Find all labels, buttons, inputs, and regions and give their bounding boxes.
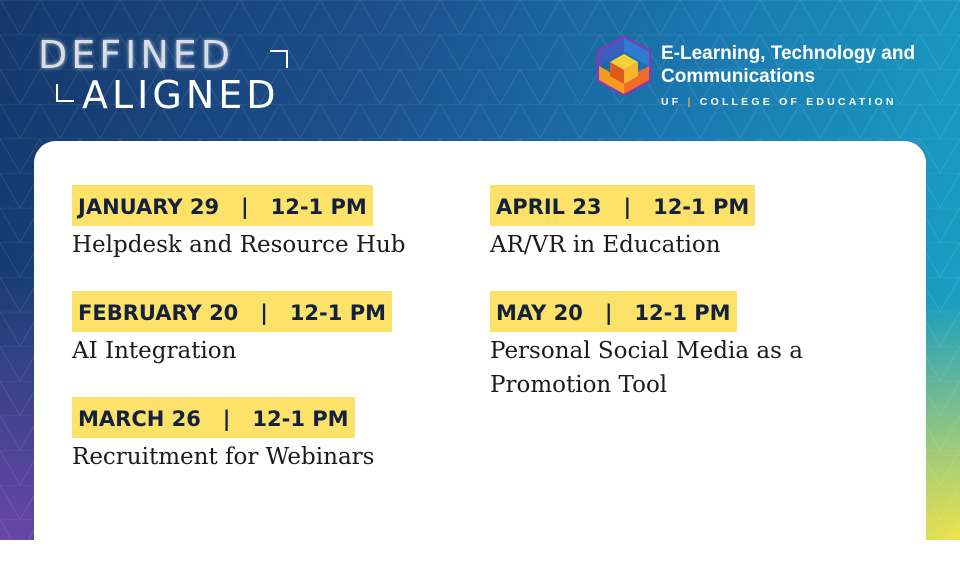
logo-corner-top-right — [270, 50, 288, 68]
event-date-tag: MAY 20 | 12-1 PM — [490, 291, 737, 332]
event-title: AI Integration — [72, 338, 237, 364]
event-date-tag: JANUARY 29 | 12-1 PM — [72, 185, 373, 226]
event-title: Helpdesk and Resource Hub — [72, 232, 406, 258]
event-title: Personal Social Media as a Promotion Too… — [490, 338, 803, 398]
brand-title: E-Learning, Technology and Communication… — [661, 43, 916, 87]
brand-subtitle: UF | COLLEGE OF EDUCATION — [661, 96, 897, 108]
brand-sub-uf: UF — [661, 96, 682, 108]
event-april: APRIL 23 | 12-1 PM AR/VR in Education — [490, 185, 850, 262]
event-january: JANUARY 29 | 12-1 PM Helpdesk and Resour… — [72, 185, 432, 262]
event-date-tag: FEBRUARY 20 | 12-1 PM — [72, 291, 392, 332]
event-title: Recruitment for Webinars — [72, 444, 375, 470]
brand-sub-college: COLLEGE OF EDUCATION — [699, 96, 897, 108]
event-date-tag: APRIL 23 | 12-1 PM — [490, 185, 756, 226]
logo-aligned-text: ALIGNED — [82, 73, 280, 117]
event-march: MARCH 26 | 12-1 PM Recruitment for Webin… — [72, 397, 432, 474]
logo-corner-bottom-left — [56, 84, 74, 102]
event-may: MAY 20 | 12-1 PM Personal Social Media a… — [490, 291, 840, 402]
event-date-tag: MARCH 26 | 12-1 PM — [72, 397, 355, 438]
event-february: FEBRUARY 20 | 12-1 PM AI Integration — [72, 291, 432, 368]
event-title: AR/VR in Education — [490, 232, 721, 258]
logo-defined-text: DEFINED — [38, 33, 235, 77]
hexagon-cube-logo-icon — [596, 36, 652, 96]
brand-sub-separator: | — [687, 96, 694, 108]
